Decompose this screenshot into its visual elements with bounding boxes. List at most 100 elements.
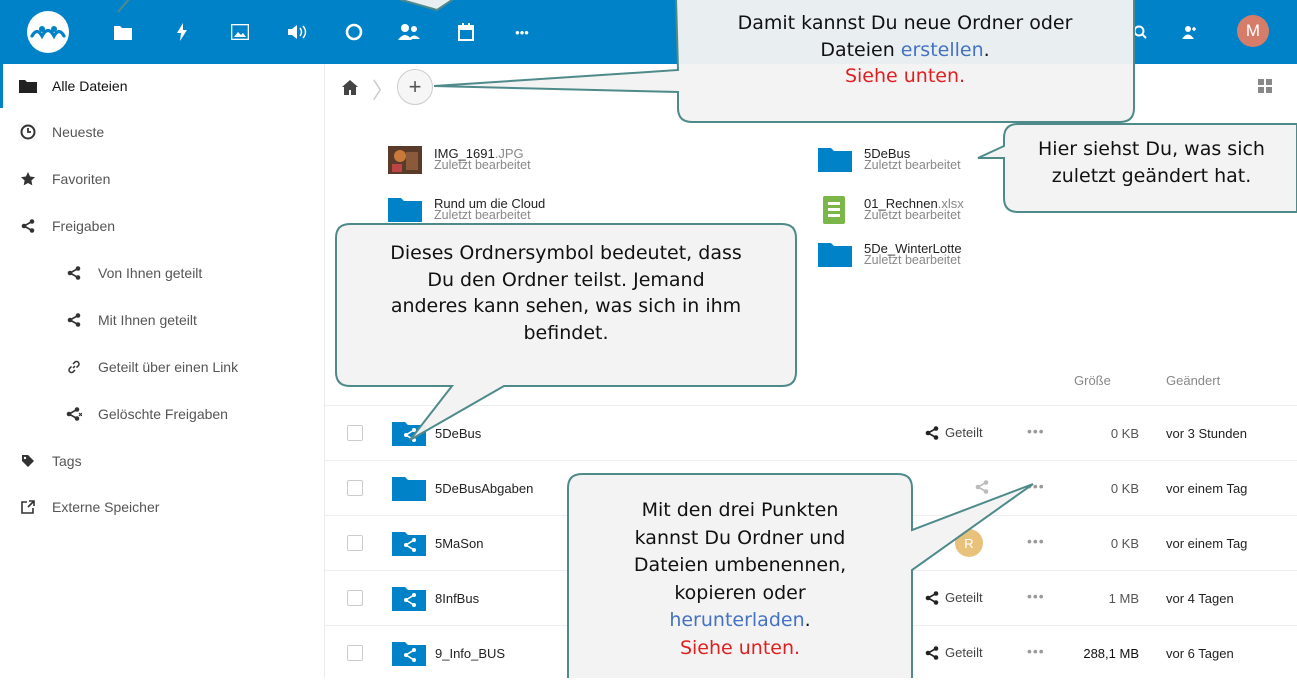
row-checkbox[interactable] (347, 645, 363, 661)
file-name: 5DeBusAbgaben (435, 481, 534, 496)
row-checkbox[interactable] (347, 480, 363, 496)
activity-icon[interactable] (162, 0, 202, 64)
avatar-letter: M (1245, 21, 1261, 40)
more-actions-icon[interactable]: ••• (1027, 478, 1045, 494)
sidebar-item-all-files[interactable]: Alle Dateien (0, 64, 325, 108)
sidebar-item-label: Externe Speicher (52, 499, 160, 515)
callout-line: Siehe unten. (844, 65, 966, 88)
external-icon (18, 497, 38, 517)
more-apps-icon[interactable]: ••• (502, 0, 542, 64)
nextcloud-logo-icon[interactable] (18, 9, 78, 55)
file-name: 5DeBus (435, 426, 482, 441)
column-header-modified[interactable]: Geändert (1166, 373, 1220, 388)
callout-line: Dateien erstellen. (680, 37, 1130, 64)
share-icon (925, 590, 939, 605)
callout-line: kannst Du Ordner und (634, 526, 846, 549)
file-size: 288,1 MB (1083, 646, 1139, 661)
recent-item[interactable]: 5De_WinterLotte Zuletzt bearbeitet (818, 241, 1118, 271)
sidebar-item-shared-via-link[interactable]: Geteilt über einen Link (0, 345, 325, 389)
callout-line: Mit den drei Punkten (641, 499, 839, 521)
grid-view-icon[interactable] (1258, 79, 1272, 93)
file-name: 8InfBus (435, 591, 480, 606)
shared-folder-icon (392, 642, 426, 666)
callout-text: . (983, 38, 990, 61)
sidebar-item-label: Geteilt über einen Link (98, 359, 239, 375)
search-icon[interactable] (1128, 20, 1152, 44)
tag-icon (18, 451, 38, 471)
callout-line: Hier siehst Du, was sich (1038, 138, 1265, 160)
files-icon[interactable] (103, 0, 143, 64)
file-size: 0 KB (1110, 481, 1139, 496)
share-button[interactable]: Geteilt (925, 590, 983, 605)
file-modified: vor einem Tag (1166, 536, 1248, 551)
callout-text: Dateien (820, 38, 901, 61)
share-owner-avatar[interactable]: R (955, 529, 983, 557)
callout-create-text: Damit kannst Du neue Ordner oder Dateien… (680, 10, 1130, 90)
share-icon (925, 645, 939, 660)
spreadsheet-icon (823, 196, 845, 224)
sidebar-item-deleted-shares[interactable]: Gelöschte Freigaben (0, 392, 325, 436)
more-actions-icon[interactable]: ••• (1027, 533, 1045, 549)
callout-line: Siehe unten. (679, 636, 801, 659)
share-label: Geteilt (945, 645, 983, 660)
contacts-icon[interactable] (389, 0, 429, 64)
share-button[interactable]: Geteilt (925, 645, 983, 660)
share-icon (64, 310, 84, 330)
shared-folder-icon (392, 532, 426, 556)
share-icon (925, 425, 939, 440)
plus-icon: + (408, 74, 422, 99)
folder-icon (392, 477, 426, 501)
recent-item-subtitle: Zuletzt bearbeitet (434, 208, 531, 222)
callout-line: zuletzt geändert hat. (1051, 164, 1252, 187)
file-name: 9_Info_BUS (435, 646, 506, 661)
folder-icon (18, 76, 38, 96)
talk-icon[interactable] (334, 0, 374, 64)
more-actions-icon[interactable]: ••• (1027, 588, 1045, 604)
sidebar-item-label: Favoriten (52, 171, 111, 187)
callout-line: kopieren oder (674, 581, 806, 604)
recent-item[interactable]: IMG_1691.JPG Zuletzt bearbeitet (388, 146, 688, 176)
avatar-letter: R (964, 535, 974, 551)
sidebar-item-favorites[interactable]: Favoriten (0, 157, 325, 201)
file-name: 5MaSon (435, 536, 484, 551)
folder-icon (818, 243, 852, 267)
sidebar-item-recent[interactable]: Neueste (0, 110, 325, 154)
file-size: 0 KB (1110, 536, 1139, 551)
shared-folder-icon (392, 422, 426, 446)
callout-line: anderes kann sehen, was sich in ihm (390, 295, 742, 318)
recent-item-subtitle: Zuletzt bearbeitet (434, 158, 531, 172)
sidebar-item-shared-by-you[interactable]: Von Ihnen geteilt (0, 251, 325, 295)
callout-line: befindet. (523, 321, 609, 344)
file-modified: vor einem Tag (1166, 481, 1248, 496)
row-checkbox[interactable] (347, 535, 363, 551)
recent-item[interactable]: 01_Rechnen.xlsx Zuletzt bearbeitet (818, 196, 1118, 226)
audio-icon[interactable] (278, 0, 318, 64)
star-icon (18, 169, 38, 189)
sidebar-item-external-storage[interactable]: Externe Speicher (0, 485, 325, 529)
sidebar: Alle Dateien Neueste Favoriten Freigaben… (0, 64, 325, 678)
add-new-button[interactable]: + (397, 69, 433, 105)
more-actions-icon[interactable]: ••• (1027, 423, 1045, 439)
table-row[interactable]: 5DeBus Geteilt ••• 0 KB vor 3 Stunden (325, 405, 1297, 460)
sidebar-item-label: Von Ihnen geteilt (98, 265, 203, 281)
more-actions-icon[interactable]: ••• (1027, 643, 1045, 659)
sidebar-item-tags[interactable]: Tags (0, 439, 325, 483)
share-button[interactable] (975, 480, 989, 494)
user-avatar[interactable]: M (1237, 15, 1269, 47)
column-header-size[interactable]: Größe (1074, 373, 1111, 388)
sidebar-item-label: Gelöschte Freigaben (98, 406, 228, 422)
contacts-menu-icon[interactable] (1178, 20, 1202, 44)
row-checkbox[interactable] (347, 590, 363, 606)
sidebar-item-shares[interactable]: Freigaben (0, 204, 325, 248)
share-button[interactable]: Geteilt (925, 425, 983, 440)
recent-item[interactable]: Rund um die Cloud Zuletzt bearbeitet (388, 196, 688, 226)
calendar-icon[interactable] (446, 0, 486, 64)
sidebar-item-shared-with-you[interactable]: Mit Ihnen geteilt (0, 298, 325, 342)
home-icon[interactable] (340, 78, 360, 98)
photos-icon[interactable] (220, 0, 260, 64)
callout-highlight: erstellen (900, 38, 984, 61)
callout-line: Dateien umbenennen, (633, 554, 847, 577)
recent-item-subtitle: Zuletzt bearbeitet (864, 253, 961, 267)
callout-highlight: herunterladen (669, 609, 805, 632)
row-checkbox[interactable] (347, 425, 363, 441)
